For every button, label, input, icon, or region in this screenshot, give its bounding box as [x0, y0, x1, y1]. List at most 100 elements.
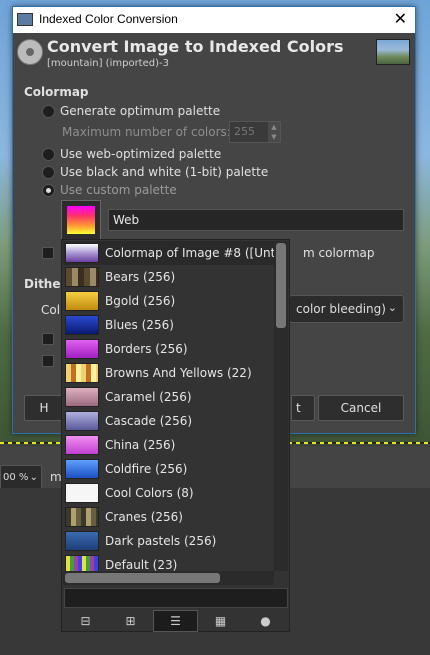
palette-horizontal-scrollbar[interactable]: [63, 571, 274, 585]
palette-item-name: Browns And Yellows (22): [105, 366, 252, 380]
minus-icon[interactable]: ⊟: [63, 610, 108, 632]
palette-popup: Colormap of Image #8 ([Untitled]) colorm…: [61, 239, 290, 632]
radio-icon: [42, 165, 55, 179]
color-dithering-combo[interactable]: color bleeding) ⌄: [289, 295, 404, 323]
palette-item[interactable]: Cascade (256): [63, 409, 274, 433]
radio-label: Use black and white (1-bit) palette: [60, 165, 269, 179]
palette-swatch: [65, 459, 99, 479]
convert-label: t: [296, 401, 301, 415]
palette-swatch: [65, 267, 99, 287]
cancel-label: Cancel: [340, 401, 382, 415]
radio-icon: [42, 104, 55, 118]
palette-item[interactable]: Blues (256): [63, 313, 274, 337]
palette-swatch: [65, 339, 99, 359]
scrollbar-thumb[interactable]: [65, 573, 220, 583]
palette-toolbar: ⊟ ⊞ ☰ ▦ ●: [63, 610, 290, 632]
scrollbar-thumb[interactable]: [276, 243, 286, 328]
radio-label: Generate optimum palette: [60, 104, 221, 118]
help-label: H: [39, 401, 49, 415]
palette-item-name: Blues (256): [105, 318, 174, 332]
grid-view-icon[interactable]: ▦: [198, 610, 243, 632]
palette-item-name: Default (23): [105, 558, 178, 571]
remove-unused-label: m colormap: [303, 246, 375, 260]
spin-up-icon[interactable]: ▲: [268, 122, 280, 132]
palette-item[interactable]: Borders (256): [63, 337, 274, 361]
radio-icon: [42, 147, 55, 161]
palette-item-name: Cranes (256): [105, 510, 183, 524]
palette-icon[interactable]: ●: [243, 610, 288, 632]
palette-filter-field[interactable]: [64, 588, 288, 608]
palette-item-name: Borders (256): [105, 342, 188, 356]
dither-alpha-checkbox[interactable]: [42, 333, 54, 345]
palette-item-name: Cascade (256): [105, 414, 193, 428]
palette-swatch: [65, 243, 99, 263]
radio-label: Use custom palette: [60, 183, 177, 197]
help-button[interactable]: H: [24, 395, 64, 421]
palette-swatch: [65, 483, 99, 503]
max-colors-spinner[interactable]: 255 ▲ ▼: [229, 121, 281, 143]
palette-item[interactable]: Browns And Yellows (22): [63, 361, 274, 385]
palette-vertical-scrollbar[interactable]: [274, 241, 288, 571]
palette-item[interactable]: Cranes (256): [63, 505, 274, 529]
header-title: Convert Image to Indexed Colors: [47, 37, 344, 56]
palette-item[interactable]: Bears (256): [63, 265, 274, 289]
max-colors-value: 255: [234, 125, 255, 138]
max-colors-label: Maximum number of colors:: [62, 125, 231, 139]
remove-unused-checkbox[interactable]: [42, 247, 54, 259]
palette-swatch: [65, 435, 99, 455]
dithering-value: color bleeding): [296, 302, 386, 316]
palette-swatch: [65, 387, 99, 407]
radio-optimum-palette[interactable]: Generate optimum palette: [42, 103, 220, 119]
palette-item[interactable]: Dark pastels (256): [63, 529, 274, 553]
palette-item-name: Dark pastels (256): [105, 534, 217, 548]
palette-swatch: [65, 291, 99, 311]
palette-item-name: Bgold (256): [105, 294, 176, 308]
colormap-section-label: Colormap: [24, 85, 89, 99]
close-button[interactable]: ✕: [394, 9, 407, 28]
list-view-icon[interactable]: ☰: [153, 610, 198, 632]
radio-bw-palette[interactable]: Use black and white (1-bit) palette: [42, 164, 268, 180]
window-title: Indexed Color Conversion: [39, 12, 178, 26]
plus-icon[interactable]: ⊞: [108, 610, 153, 632]
palette-swatch: [65, 363, 99, 383]
palette-item-name: Bears (256): [105, 270, 176, 284]
palette-item[interactable]: Bgold (256): [63, 289, 274, 313]
palette-select-button[interactable]: [61, 200, 101, 240]
palette-item[interactable]: Coldfire (256): [63, 457, 274, 481]
palette-item-name: Cool Colors (8): [105, 486, 194, 500]
palette-swatch: [65, 507, 99, 527]
app-icon: [17, 13, 33, 26]
palette-item-name: Coldfire (256): [105, 462, 188, 476]
palette-item-name: Caramel (256): [105, 390, 192, 404]
radio-selected-icon: [42, 183, 55, 197]
image-thumbnail: [376, 39, 410, 65]
spin-down-icon[interactable]: ▼: [268, 132, 280, 142]
palette-item[interactable]: Default (23): [63, 553, 274, 571]
color-dithering-label: Col: [41, 303, 61, 317]
palette-item[interactable]: Cool Colors (8): [63, 481, 274, 505]
radio-custom-palette[interactable]: Use custom palette: [42, 182, 177, 198]
unit-label: m: [50, 470, 62, 484]
palette-item-name: Colormap of Image #8 ([Untitled]) colorm…: [105, 246, 274, 260]
dither-text-checkbox[interactable]: [42, 355, 54, 367]
radio-label: Use web-optimized palette: [60, 147, 222, 161]
palette-name-field[interactable]: Web: [108, 209, 404, 231]
header-subtitle: [mountain] (imported)-3: [47, 58, 169, 69]
convert-icon: [17, 39, 43, 65]
palette-item[interactable]: Caramel (256): [63, 385, 274, 409]
chevron-down-icon: ⌄: [29, 472, 38, 483]
palette-item[interactable]: Colormap of Image #8 ([Untitled]) colorm…: [63, 241, 274, 265]
cancel-button[interactable]: Cancel: [318, 395, 404, 421]
palette-swatch: [65, 411, 99, 431]
palette-list: Colormap of Image #8 ([Untitled]) colorm…: [63, 241, 274, 571]
radio-web-palette[interactable]: Use web-optimized palette: [42, 146, 221, 162]
title-bar: Indexed Color Conversion ✕: [13, 7, 415, 33]
palette-swatch: [65, 555, 99, 571]
palette-swatch: [65, 531, 99, 551]
palette-item-name: China (256): [105, 438, 176, 452]
palette-swatch: [65, 315, 99, 335]
convert-button[interactable]: t: [291, 395, 315, 421]
zoom-value: 00 %: [3, 472, 29, 483]
palette-item[interactable]: China (256): [63, 433, 274, 457]
dithering-section-label: Dithe: [24, 277, 61, 291]
